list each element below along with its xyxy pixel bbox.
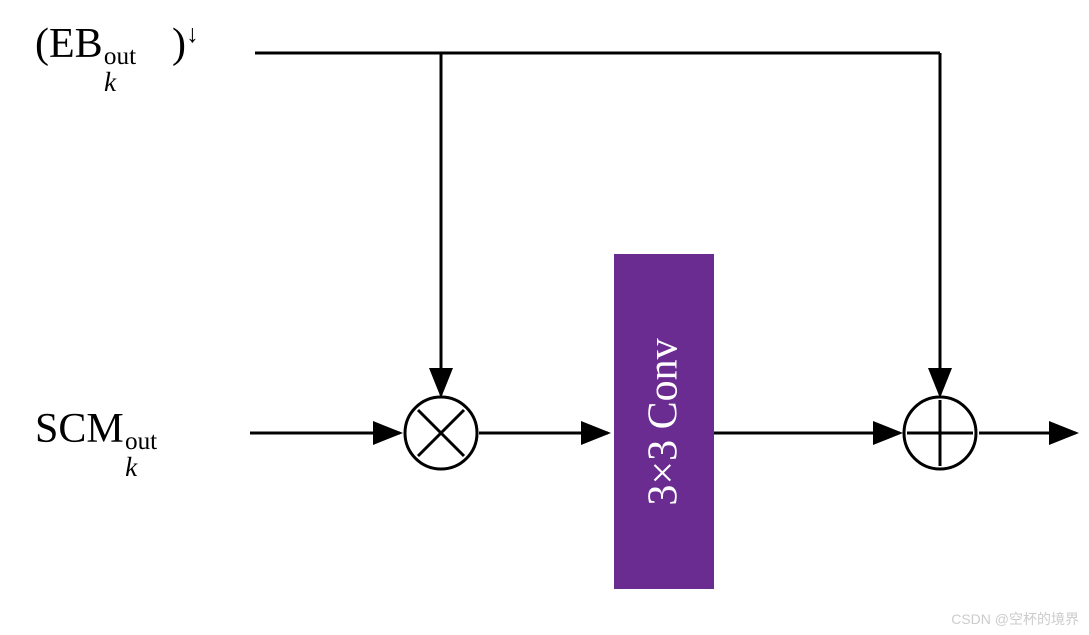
flow-lines xyxy=(0,0,1089,635)
add-icon xyxy=(904,397,976,469)
multiply-icon xyxy=(405,397,477,469)
watermark-text: CSDN @空杯的境界 xyxy=(951,609,1079,629)
fam-diagram: (EBoutk )↓ SCMoutk 3×3 Conv xyxy=(0,0,1089,635)
